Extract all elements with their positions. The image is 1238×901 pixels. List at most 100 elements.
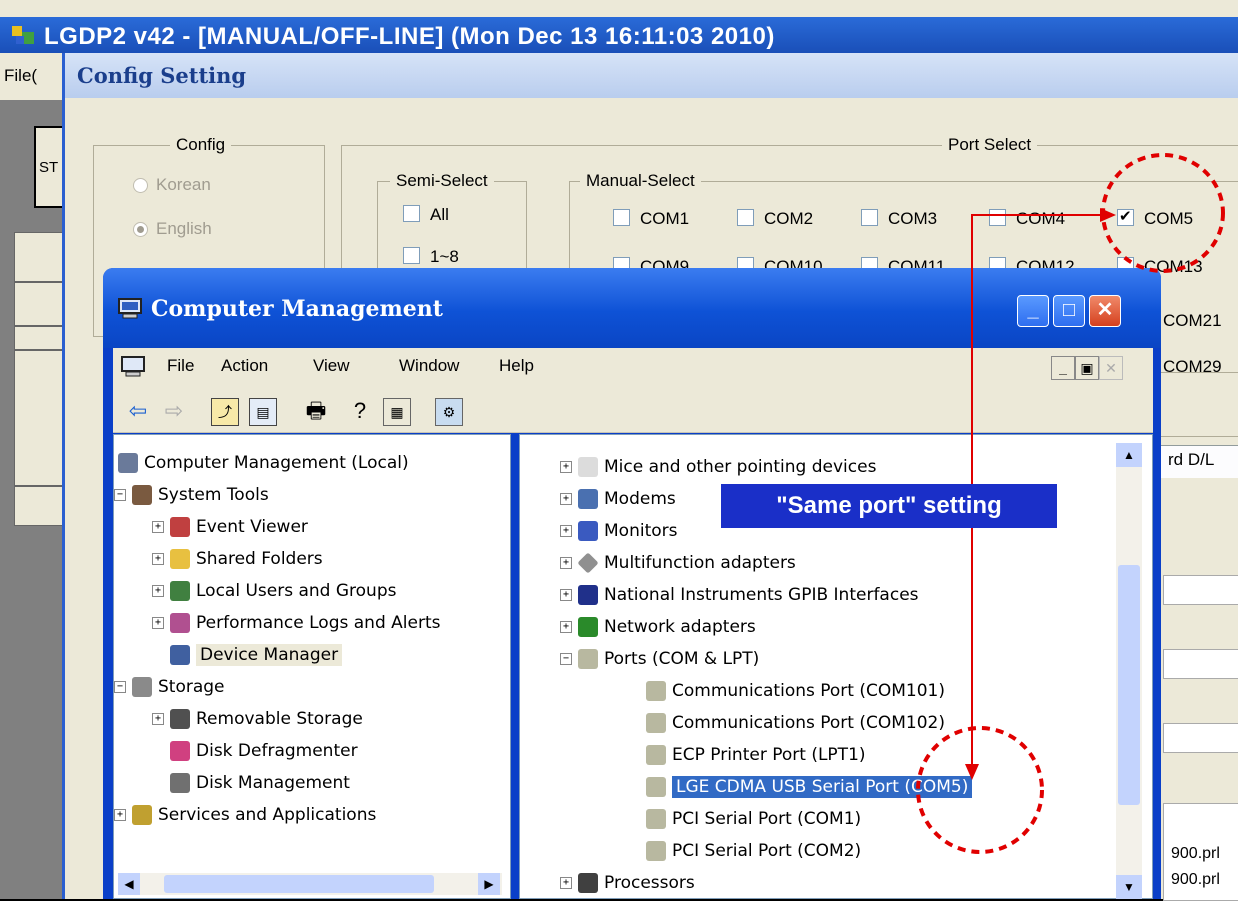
tree-item-label: Computer Management (Local) (144, 453, 409, 473)
radio-english[interactable]: English (133, 219, 212, 239)
checkbox-1-8[interactable]: 1~8 (403, 247, 459, 267)
maximize-button[interactable]: □ (1053, 295, 1085, 327)
device-item[interactable]: Communications Port (COM101) (646, 681, 945, 701)
tree-item-label: Shared Folders (196, 549, 323, 569)
tab-download[interactable]: rd D/L (1159, 445, 1238, 478)
expand-icon[interactable]: + (560, 525, 572, 537)
scroll-up-icon[interactable]: ▲ (1116, 443, 1142, 467)
expand-icon[interactable]: + (152, 553, 164, 565)
checkbox-com3[interactable]: COM3 (861, 209, 937, 229)
config-field[interactable] (1163, 649, 1238, 679)
tree-item[interactable]: − System Tools (114, 485, 269, 505)
expand-icon[interactable]: + (560, 589, 572, 601)
file-list-item[interactable]: 900.prl (1171, 871, 1220, 889)
checkbox-com29-label[interactable]: COM29 (1163, 357, 1222, 377)
back-icon[interactable]: ⇦ (125, 398, 151, 424)
expand-icon[interactable]: + (560, 877, 572, 889)
expand-icon[interactable]: + (560, 557, 572, 569)
scroll-thumb[interactable] (1118, 565, 1140, 805)
device-item[interactable]: + Mice and other pointing devices (560, 457, 876, 477)
device-item[interactable]: Communications Port (COM102) (646, 713, 945, 733)
scroll-right-icon[interactable]: ▶ (478, 873, 500, 895)
scroll-left-icon[interactable]: ◀ (118, 873, 140, 895)
checkbox-com5-box[interactable] (1117, 207, 1134, 226)
checkbox-com4-box[interactable] (989, 209, 1006, 226)
radio-english-button[interactable] (133, 222, 148, 238)
mdi-restore-button[interactable]: ▣ (1075, 356, 1099, 380)
tree-item[interactable]: + Performance Logs and Alerts (152, 613, 440, 633)
close-button[interactable]: ✕ (1089, 295, 1121, 327)
tree-item[interactable]: − Storage (114, 677, 225, 697)
device-item[interactable]: + Modems (560, 489, 676, 509)
checkbox-com2-box[interactable] (737, 209, 754, 226)
device-item[interactable]: PCI Serial Port (COM1) (646, 809, 861, 829)
config-field[interactable] (1163, 575, 1238, 605)
mdi-minimize-button[interactable]: _ (1051, 356, 1075, 380)
checkbox-com2[interactable]: COM2 (737, 209, 813, 229)
device-item[interactable]: PCI Serial Port (COM2) (646, 841, 861, 861)
checkbox-com1[interactable]: COM1 (613, 209, 689, 229)
menu-view[interactable]: View (313, 356, 350, 376)
expand-icon[interactable]: + (560, 621, 572, 633)
expand-icon[interactable]: + (152, 521, 164, 533)
tree-item[interactable]: + Local Users and Groups (152, 581, 396, 601)
device-item[interactable]: − Ports (COM & LPT) (560, 649, 759, 669)
tree-item[interactable]: Computer Management (Local) (118, 453, 409, 473)
disk-icon (170, 773, 190, 793)
checkbox-com2-label: COM2 (764, 209, 814, 228)
collapse-icon[interactable]: − (114, 681, 126, 693)
checkbox-1-8-box[interactable] (403, 247, 420, 264)
checkbox-com21-label[interactable]: COM21 (1163, 311, 1222, 331)
checkbox-com1-box[interactable] (613, 209, 630, 226)
checkbox-all-box[interactable] (403, 205, 420, 222)
mdi-close-button[interactable]: ✕ (1099, 356, 1123, 380)
checkbox-com3-box[interactable] (861, 209, 878, 226)
device-item[interactable]: + National Instruments GPIB Interfaces (560, 585, 919, 605)
menu-help[interactable]: Help (499, 356, 534, 376)
tree-item[interactable]: Disk Management (170, 773, 350, 793)
tree-item[interactable]: Disk Defragmenter (170, 741, 358, 761)
radio-korean-button[interactable] (133, 178, 148, 194)
menu-file[interactable]: File (167, 356, 194, 376)
tree-horizontal-scrollbar[interactable]: ◀ ▶ (118, 873, 502, 895)
device-item[interactable]: + Network adapters (560, 617, 756, 637)
expand-icon[interactable]: + (560, 493, 572, 505)
tree-item[interactable]: + Removable Storage (152, 709, 363, 729)
device-vertical-scrollbar[interactable]: ▲ ▼ (1116, 443, 1142, 899)
menu-window[interactable]: Window (399, 356, 459, 376)
config-field[interactable] (1163, 723, 1238, 753)
expand-icon[interactable]: + (152, 713, 164, 725)
radio-korean[interactable]: Korean (133, 175, 211, 195)
forward-icon[interactable]: ⇨ (161, 398, 187, 424)
file-list-item[interactable]: 900.prl (1171, 845, 1220, 863)
scroll-thumb[interactable] (164, 875, 434, 893)
expand-icon[interactable]: + (152, 585, 164, 597)
minimize-button[interactable]: _ (1017, 295, 1049, 327)
device-item[interactable]: + Processors (560, 873, 695, 893)
device-item[interactable]: ECP Printer Port (LPT1) (646, 745, 866, 765)
device-item[interactable]: + Monitors (560, 521, 677, 541)
show-hide-tree-icon[interactable]: ▤ (249, 398, 277, 426)
tree-item[interactable]: + Shared Folders (152, 549, 323, 569)
scan-hardware-icon[interactable]: ⚙ (435, 398, 463, 426)
expand-icon[interactable]: + (152, 617, 164, 629)
checkbox-com4[interactable]: COM4 (989, 209, 1065, 229)
tree-item[interactable]: + Event Viewer (152, 517, 308, 537)
checkbox-com5[interactable]: COM5 (1117, 207, 1193, 229)
expand-icon[interactable]: + (560, 461, 572, 473)
print-icon[interactable]: 🖶 (303, 398, 329, 424)
menu-action[interactable]: Action (221, 356, 268, 376)
expand-icon[interactable]: + (114, 809, 126, 821)
cm-title-bar[interactable]: Computer Management _ □ ✕ (103, 268, 1161, 348)
checkbox-all[interactable]: All (403, 205, 449, 225)
up-folder-icon[interactable]: ⤴ (211, 398, 239, 426)
tree-item-device-manager[interactable]: Device Manager (170, 644, 343, 666)
help-icon[interactable]: ? (347, 398, 373, 424)
collapse-icon[interactable]: − (560, 653, 572, 665)
scroll-down-icon[interactable]: ▼ (1116, 875, 1142, 899)
tree-item[interactable]: + Services and Applications (114, 805, 376, 825)
device-item[interactable]: + Multifunction adapters (560, 552, 796, 574)
device-item-selected[interactable]: LGE CDMA USB Serial Port (COM5) (646, 776, 973, 798)
collapse-icon[interactable]: − (114, 489, 126, 501)
properties-icon[interactable]: ▦ (383, 398, 411, 426)
